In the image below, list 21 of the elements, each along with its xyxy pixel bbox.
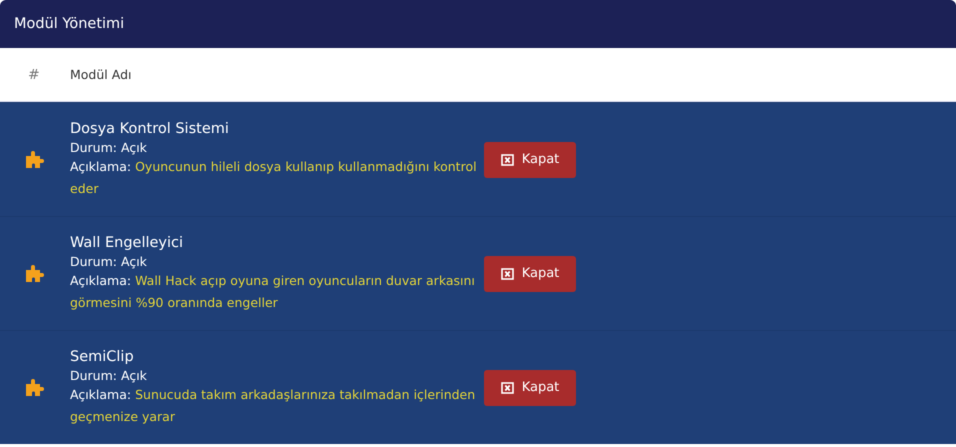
module-name: Dosya Kontrol Sistemi: [70, 120, 230, 138]
puzzle-icon: [24, 265, 46, 282]
close-box-icon: [500, 382, 514, 394]
puzzle-icon: [24, 379, 46, 396]
close-button[interactable]: Kapat: [484, 370, 576, 406]
puzzle-icon: [24, 151, 46, 168]
module-description: Açıklama: Wall Hack açıp oyuna giren oyuncuların duvar arkasını görmesini %90 oranında engeller: [70, 272, 476, 312]
module-name: Wall Engelleyici: [70, 234, 184, 252]
module-name: SemiClip: [70, 348, 135, 366]
module-status: Durum: Açık: [70, 138, 148, 156]
close-box-icon: [500, 268, 514, 280]
module-status: Durum: Açık: [70, 252, 148, 270]
module-description: Açıklama: Oyuncunun hileli dosya kullanıp kullanmadığını kontrol eder: [70, 158, 478, 198]
module-description: Açıklama: Sunucuda takım arkadaşlarınıza takılmadan içlerinden geçmenize yarar: [70, 386, 476, 426]
close-button[interactable]: Kapat: [484, 142, 576, 178]
card-title: Modül Yönetimi: [14, 16, 124, 32]
column-header: #: [28, 66, 40, 82]
module-status: Durum: Açık: [70, 366, 148, 384]
column-header: Modül Adı: [70, 67, 132, 82]
close-button[interactable]: Kapat: [484, 256, 576, 292]
close-box-icon: [500, 154, 514, 166]
